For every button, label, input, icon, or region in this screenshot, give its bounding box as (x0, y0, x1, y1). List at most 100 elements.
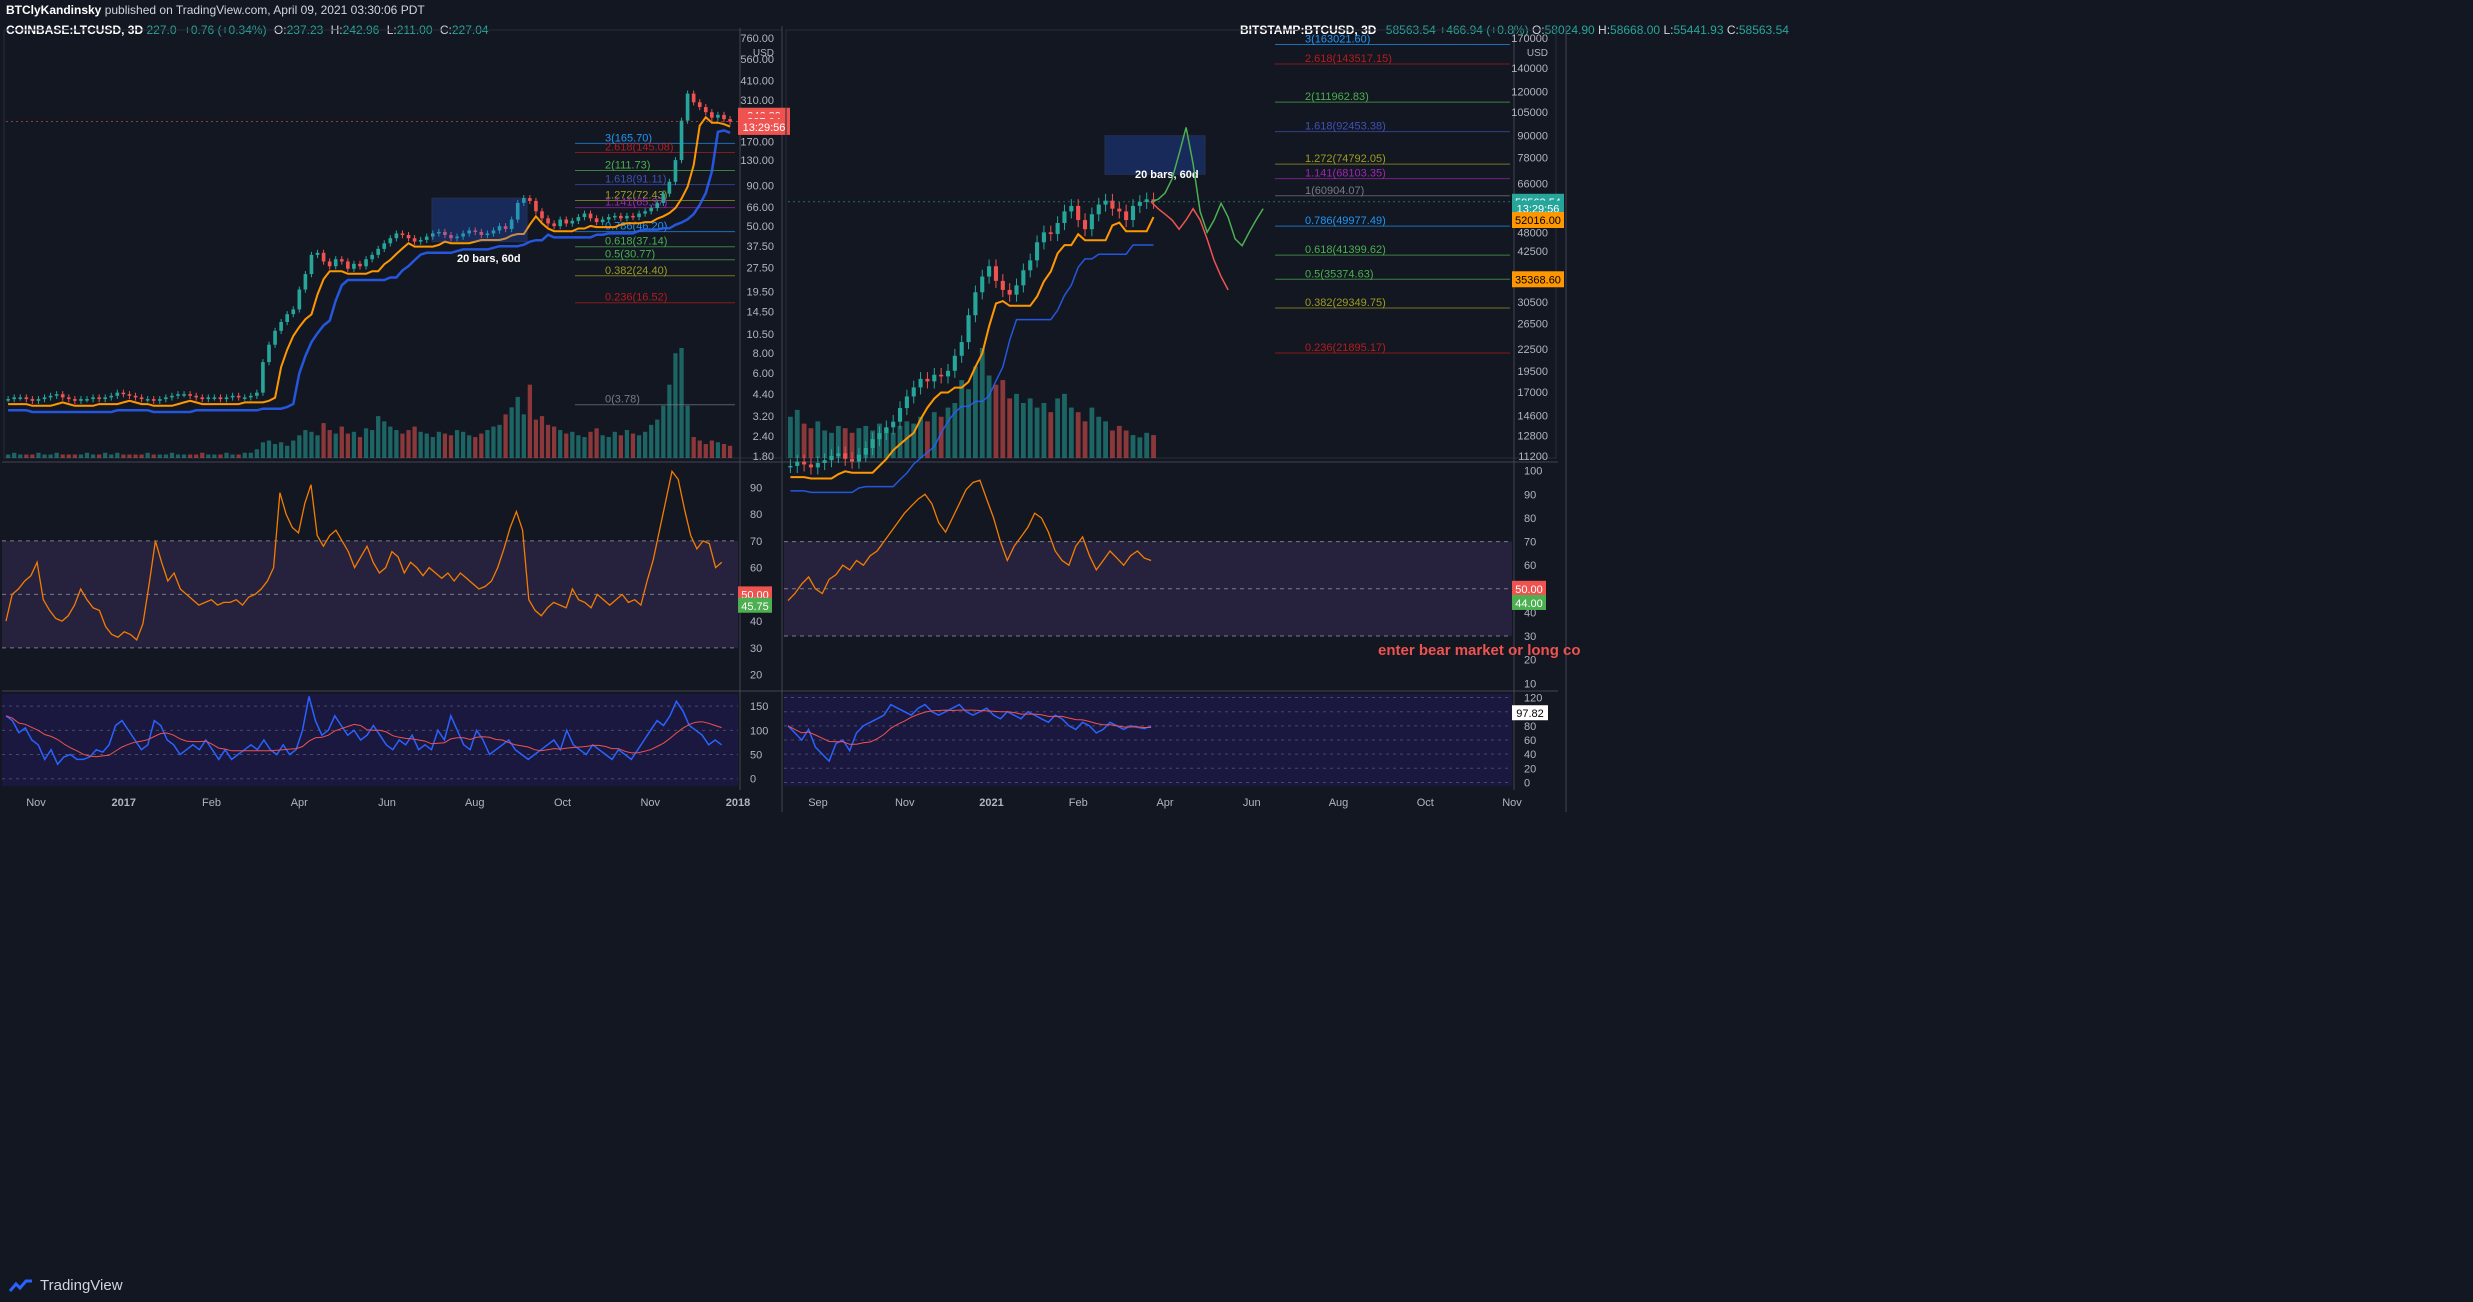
ltc-volume-bar (612, 431, 617, 458)
ltc-candle-body (722, 114, 726, 120)
btc-rsi-tick: 90 (1524, 489, 1536, 501)
ltc-volume-bar (30, 454, 35, 458)
btc-fib-label: 2.618(143517.15) (1305, 53, 1392, 65)
ltc-volume-bar (709, 440, 714, 458)
ltc-candle-body (79, 399, 83, 401)
ltc-candle-body (242, 397, 247, 399)
ltc-volume-bar (351, 431, 357, 458)
ltc-volume-bar (42, 454, 47, 458)
btc-fib-levels: 3(163021.60) 2.618(143517.15) 2(111962.83)… (1275, 33, 1510, 354)
btc-candle-body (877, 433, 882, 440)
btc-candle-body (1103, 200, 1108, 205)
ltc-volume-bar (673, 353, 678, 458)
ltc-volume-bar (121, 454, 126, 458)
btc-candle-body (1130, 205, 1136, 221)
btc-candle-body (856, 454, 861, 462)
btc-candle-body (1000, 280, 1005, 290)
tradingview-logo-icon (8, 1279, 32, 1292)
ltc-candle-body (703, 107, 708, 113)
ltc-candle-body (376, 248, 381, 255)
btc-candle-body (945, 370, 951, 377)
btc-candle-body (897, 408, 903, 422)
ltc-candle-body (637, 213, 641, 218)
btc-volume-bar (1062, 393, 1067, 458)
tradingview-footer[interactable]: TradingView (8, 1277, 123, 1294)
ltc-cci-tick: 50 (750, 750, 762, 762)
ltc-volume-bar (188, 454, 193, 458)
btc-candle-body (795, 461, 800, 466)
btc-rsi-tick: 80 (1524, 513, 1536, 525)
btc-price-pane (785, 29, 1557, 459)
btc-cci-tick: 40 (1524, 749, 1536, 761)
btc-fib-label: 1(60904.07) (1305, 185, 1364, 197)
ltc-volume-bar (36, 452, 41, 458)
btc-candle-body (1035, 242, 1040, 261)
btc-price-tick: 12800 (1517, 430, 1548, 442)
ltc-volume-bar (60, 454, 65, 458)
ltc-volume-bar (479, 433, 484, 458)
ltc-volume-bar (461, 431, 466, 458)
btc-volume-bar (1055, 398, 1061, 458)
ltc-candle-body (558, 219, 563, 227)
btc-fib-label: 0.5(35374.63) (1305, 268, 1374, 280)
ltc-candle-body (400, 233, 405, 235)
ltc-volume-bar (254, 449, 259, 458)
btc-fib-label: 1.618(92453.38) (1305, 121, 1386, 133)
ltc-volume-bar (624, 430, 630, 458)
btc-fib-label: 0.236(21895.17) (1305, 342, 1386, 354)
btc-candle-body (1055, 223, 1060, 234)
btc-cci-pane: 12010080604020097.82 (784, 693, 1548, 789)
ltc-candle-body (552, 223, 556, 227)
btc-candle-body (1041, 232, 1046, 243)
btc-price-axis: 1700001400001200001050009000078000660005… (1511, 33, 1548, 463)
btc-volume-bar (1137, 437, 1143, 458)
btc-volume-bar (794, 409, 800, 458)
ltc-volume-bar (345, 433, 350, 458)
btc-candle-body (918, 378, 923, 388)
btc-price-tick: 14600 (1517, 410, 1548, 422)
ltc-candle-body (151, 399, 156, 401)
btc-price-tick: 90000 (1517, 131, 1548, 143)
ltc-volume-bar (515, 396, 520, 458)
btc-price-tick: 22500 (1517, 344, 1548, 356)
charts-canvas[interactable]: 760.00560.00410.00310.00220.00170.00130.… (0, 0, 2473, 1302)
btc-time-tick: Nov (1502, 797, 1522, 809)
btc-price-tick: 170000 (1511, 33, 1548, 45)
ltc-volume-bar (200, 452, 205, 458)
ltc-volume-bar (582, 437, 587, 458)
btc-volume-bar (815, 421, 821, 458)
ltc-volume-bar (473, 437, 478, 458)
btc-candle-body (939, 374, 944, 377)
btc-fib-label: 0.786(49977.49) (1305, 215, 1386, 227)
ltc-candle-body (261, 362, 265, 393)
ltc-candle-body (6, 399, 10, 401)
ltc-rsi-tick: 60 (750, 563, 762, 575)
btc-chart: 1700001400001200001050009000078000660005… (784, 26, 1581, 812)
ltc-fib-label: 0.382(24.40) (605, 265, 667, 277)
ltc-rsi-pane: 908070605040302050.0045.75 (2, 469, 772, 682)
ltc-candle-body (91, 397, 95, 400)
btc-candle-body (993, 266, 999, 281)
ltc-price-labels: 246.89227.0413:29:56 (738, 107, 790, 135)
ltc-candle-body (667, 181, 672, 194)
ltc-candle-body (655, 202, 660, 209)
ltc-cci-bg (2, 694, 738, 786)
btc-time-tick: 2021 (979, 797, 1003, 809)
ltc-volume-bar (169, 452, 175, 458)
ltc-volume-bar (151, 454, 156, 458)
ltc-candle-body (612, 215, 617, 218)
btc-candle-body (884, 427, 889, 434)
btc-volume-bar (1075, 412, 1081, 458)
ltc-volume-bar (430, 437, 435, 458)
btc-price-tick: 66000 (1517, 178, 1548, 190)
btc-price-tick: 26500 (1517, 319, 1548, 331)
ltc-candle-body (206, 397, 211, 400)
ltc-candle-body (309, 254, 314, 275)
ltc-price-tick: 3.20 (753, 411, 774, 423)
ltc-volume-bar (643, 431, 648, 458)
ltc-volume-bar (72, 454, 77, 458)
btc-rsi-tick: 60 (1524, 560, 1536, 572)
ltc-candle-body (606, 217, 611, 220)
btc-volume-bar (890, 432, 896, 458)
ltc-volume-bar (260, 442, 266, 458)
